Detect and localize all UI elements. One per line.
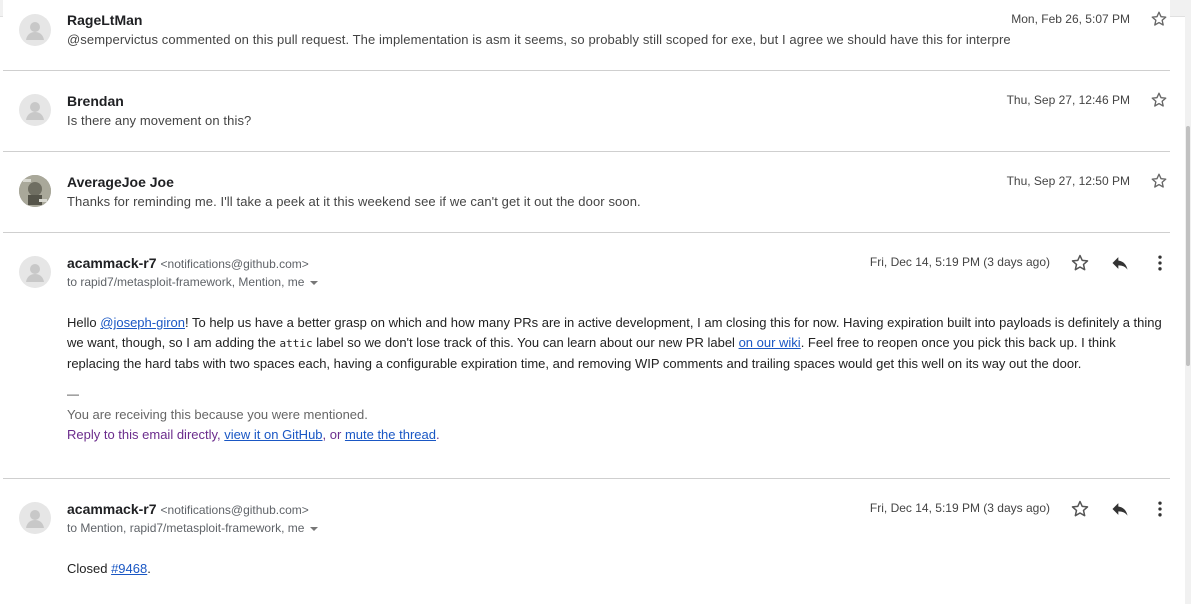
reply-icon[interactable] <box>1110 253 1130 273</box>
recipients-line[interactable]: to rapid7/metasploit-framework, Mention,… <box>67 275 319 289</box>
star-icon[interactable] <box>1070 253 1090 273</box>
message-date: Thu, Sep 27, 12:46 PM <box>1006 93 1130 107</box>
body-text: Closed <box>67 561 112 576</box>
reply-text: Reply to this email directly, <box>67 427 225 442</box>
reply-line: Reply to this email directly, view it on… <box>67 425 440 445</box>
recipients-line[interactable]: to Mention, rapid7/metasploit-framework,… <box>67 521 319 535</box>
mute-thread-link[interactable]: mute the thread <box>345 427 436 442</box>
default-avatar-icon <box>19 502 51 534</box>
message-body: Closed #9468. <box>67 559 1167 579</box>
default-avatar-icon <box>19 256 51 288</box>
mention-link[interactable]: @joseph-giron <box>100 315 185 330</box>
recipients-text: to Mention, rapid7/metasploit-framework,… <box>67 521 305 535</box>
recipients-text: to rapid7/metasploit-framework, Mention,… <box>67 275 305 289</box>
body-text: ! To help us have a better grasp on whic… <box>185 315 1162 330</box>
message-snippet: @sempervictus commented on this pull req… <box>67 32 1011 47</box>
reply-icon[interactable] <box>1110 499 1130 519</box>
sender-email: <notifications@github.com> <box>160 503 309 517</box>
sender-line: acammack-r7 <notifications@github.com> <box>67 501 309 517</box>
message-body: Hello @joseph-giron! To help us have a b… <box>67 313 1167 374</box>
message-date: Thu, Sep 27, 12:50 PM <box>1006 174 1130 188</box>
collapsed-message-brendan[interactable]: Brendan Is there any movement on this? T… <box>3 71 1170 152</box>
body-text: Hello <box>67 315 101 330</box>
message-date: Mon, Feb 26, 5:07 PM <box>1011 12 1130 26</box>
signature-separator: — <box>67 387 79 401</box>
collapsed-message-ragetlman[interactable]: RageLtMan @sempervictus commented on thi… <box>3 0 1170 71</box>
star-icon[interactable] <box>1150 10 1168 28</box>
default-avatar-icon <box>19 94 51 126</box>
body-text: we want, though, so I am adding the <box>67 335 280 350</box>
sender-name: AverageJoe Joe <box>67 174 174 190</box>
body-text: replacing the hard tabs with two spaces … <box>67 356 1082 371</box>
label-code: attic <box>279 337 313 350</box>
more-vert-icon[interactable] <box>1150 253 1170 273</box>
vertical-scrollbar[interactable] <box>1185 16 1191 604</box>
sender-name: Brendan <box>67 93 124 109</box>
sender-email: <notifications@github.com> <box>160 257 309 271</box>
sender-name: acammack-r7 <box>67 255 157 271</box>
pr-link[interactable]: #9468 <box>111 561 147 576</box>
scrollbar-thumb[interactable] <box>1186 126 1190 366</box>
message-date: Fri, Dec 14, 5:19 PM (3 days ago) <box>869 255 1050 269</box>
sender-name: acammack-r7 <box>67 501 157 517</box>
body-text: label so we don't lose track of this. Yo… <box>312 335 739 350</box>
body-text: . Feel free to reopen once you pick this… <box>800 335 1116 350</box>
sender-name: RageLtMan <box>67 12 143 28</box>
notification-footer: You are receiving this because you were … <box>67 405 440 445</box>
expanded-message: acammack-r7 <notifications@github.com> to… <box>3 479 1170 604</box>
receiving-reason: You are receiving this because you were … <box>67 407 368 422</box>
star-icon[interactable] <box>1070 499 1090 519</box>
message-date: Fri, Dec 14, 5:19 PM (3 days ago) <box>869 501 1050 515</box>
user-avatar <box>19 175 51 207</box>
star-icon[interactable] <box>1150 172 1168 190</box>
sender-line: acammack-r7 <notifications@github.com> <box>67 255 309 271</box>
star-icon[interactable] <box>1150 91 1168 109</box>
chevron-down-icon[interactable] <box>310 526 319 531</box>
collapsed-message-averagejoe[interactable]: AverageJoe Joe Thanks for reminding me. … <box>3 152 1170 233</box>
message-snippet: Is there any movement on this? <box>67 113 252 128</box>
chevron-down-icon[interactable] <box>310 280 319 285</box>
view-on-github-link[interactable]: view it on GitHub <box>224 427 322 442</box>
body-text: . <box>147 561 151 576</box>
expanded-message: acammack-r7 <notifications@github.com> to… <box>3 233 1170 479</box>
reply-text: , or <box>322 427 345 442</box>
more-vert-icon[interactable] <box>1150 499 1170 519</box>
reply-text: . <box>436 427 440 442</box>
wiki-link[interactable]: on our wiki <box>739 335 801 350</box>
default-avatar-icon <box>19 14 51 46</box>
message-snippet: Thanks for reminding me. I'll take a pee… <box>67 194 641 209</box>
